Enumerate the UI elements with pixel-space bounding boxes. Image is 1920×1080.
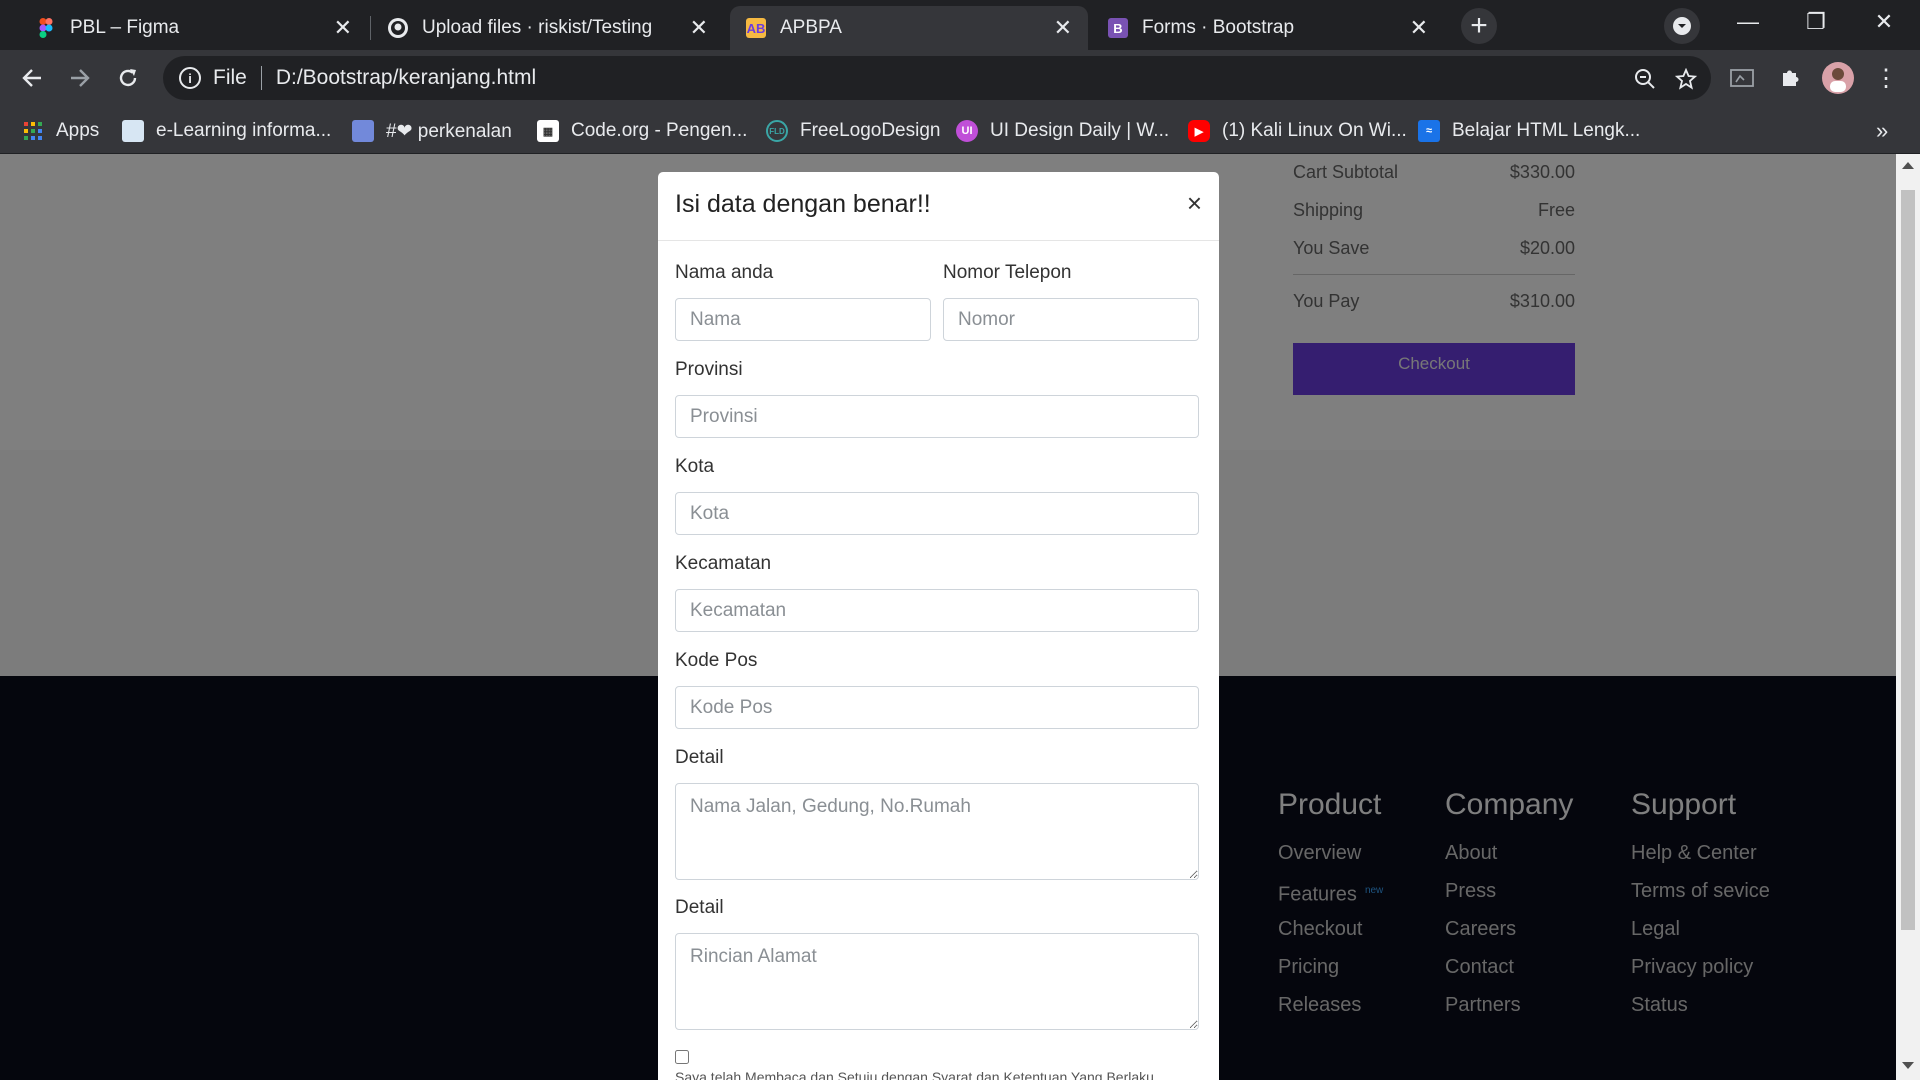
bookmark-label: FreeLogoDesign bbox=[800, 120, 941, 141]
address-bar[interactable]: i File D:/Bootstrap/keranjang.html bbox=[163, 56, 1711, 100]
freelogodesign-icon: FLD bbox=[766, 120, 788, 142]
apps-grid-icon bbox=[22, 120, 44, 142]
star-icon[interactable] bbox=[1673, 66, 1699, 92]
tab-figma[interactable]: PBL – Figma ✕ bbox=[20, 6, 368, 50]
bookmark-elearning[interactable]: e-Learning informa... bbox=[122, 118, 331, 144]
profile-avatar[interactable] bbox=[1820, 60, 1856, 96]
arrow-left-icon bbox=[22, 69, 41, 87]
new-tab-button[interactable]: + bbox=[1461, 8, 1497, 44]
tab-bootstrap[interactable]: B Forms · Bootstrap ✕ bbox=[1092, 6, 1444, 50]
bookmark-label: e-Learning informa... bbox=[156, 120, 332, 141]
tab-search-button[interactable] bbox=[1664, 8, 1700, 44]
apbpa-icon: AB bbox=[746, 18, 766, 38]
restore-button[interactable]: ❐ bbox=[1782, 0, 1850, 44]
bootstrap-icon: B bbox=[1108, 18, 1128, 38]
youtube-icon: ▶ bbox=[1188, 120, 1210, 142]
page-viewport: Cart Subtotal $330.00 Shipping Free You … bbox=[0, 154, 1896, 1080]
detail-label: Detail bbox=[675, 897, 724, 918]
detail-label: Detail bbox=[675, 747, 724, 768]
provinsi-label: Provinsi bbox=[675, 359, 743, 380]
address-modal: Isi data dengan benar!! × Nama anda Nomo… bbox=[658, 172, 1219, 1080]
kodepos-input[interactable] bbox=[675, 686, 1199, 729]
terms-label: Saya telah Membaca dan Setuju dengan Sya… bbox=[675, 1069, 1154, 1080]
forward-button[interactable] bbox=[62, 60, 98, 96]
info-icon[interactable]: i bbox=[179, 67, 201, 89]
modal-title: Isi data dengan benar!! bbox=[675, 190, 931, 218]
telepon-input[interactable] bbox=[943, 298, 1199, 341]
bookmark-label: UI Design Daily | W... bbox=[990, 120, 1170, 141]
bookmark-label: Apps bbox=[56, 120, 100, 141]
uidesigndaily-icon: UI bbox=[956, 120, 978, 142]
menu-kebab-icon[interactable]: ⋮ bbox=[1868, 60, 1904, 96]
tab-close-icon[interactable]: ✕ bbox=[334, 17, 352, 39]
divider bbox=[260, 66, 262, 90]
arrow-right-icon bbox=[71, 69, 90, 87]
bookmark-label: Belajar HTML Lengk... bbox=[1452, 120, 1641, 141]
tab-close-icon[interactable]: ✕ bbox=[1410, 17, 1428, 39]
telepon-label: Nomor Telepon bbox=[943, 262, 1072, 283]
kodepos-label: Kode Pos bbox=[675, 650, 758, 671]
reload-button[interactable] bbox=[110, 60, 146, 96]
terms-checkbox[interactable] bbox=[675, 1050, 689, 1064]
bookmark-uidesigndaily[interactable]: UI UI Design Daily | W... bbox=[956, 118, 1169, 144]
tab-title: PBL – Figma bbox=[70, 17, 180, 38]
tab-close-icon[interactable]: ✕ bbox=[1054, 17, 1072, 39]
page-scrollbar[interactable] bbox=[1896, 154, 1920, 1080]
tab-apbpa[interactable]: AB APBPA ✕ bbox=[730, 6, 1088, 50]
bookmarks-overflow-icon[interactable]: » bbox=[1876, 118, 1888, 144]
extension-media-icon[interactable] bbox=[1724, 60, 1760, 96]
nama-input[interactable] bbox=[675, 298, 931, 341]
zoom-icon[interactable] bbox=[1632, 66, 1658, 92]
elearning-icon bbox=[122, 120, 144, 142]
tab-close-icon[interactable]: ✕ bbox=[690, 17, 708, 39]
minimize-button[interactable]: — bbox=[1714, 0, 1782, 44]
tab-github[interactable]: Upload files · riskist/Testing ✕ bbox=[372, 6, 724, 50]
tab-strip: PBL – Figma ✕ Upload files · riskist/Tes… bbox=[0, 0, 1920, 50]
bookmark-perkenalan[interactable]: #❤ perkenalan bbox=[352, 118, 512, 144]
discord-icon bbox=[352, 120, 374, 142]
bookmark-label: #❤ perkenalan bbox=[386, 120, 512, 142]
github-icon bbox=[388, 18, 408, 38]
close-window-button[interactable]: ✕ bbox=[1850, 0, 1918, 44]
figma-icon bbox=[36, 18, 56, 38]
tab-title: Forms · Bootstrap bbox=[1142, 17, 1295, 38]
scrollbar-thumb[interactable] bbox=[1901, 190, 1915, 930]
url-scheme: File bbox=[213, 66, 247, 89]
scroll-down-icon[interactable] bbox=[1902, 1062, 1914, 1069]
tab-separator bbox=[370, 16, 371, 40]
kecamatan-input[interactable] bbox=[675, 589, 1199, 632]
belajarhtml-icon: ≈ bbox=[1418, 120, 1440, 142]
scroll-up-icon[interactable] bbox=[1902, 162, 1914, 169]
bookmarks-bar: Apps e-Learning informa... #❤ perkenalan… bbox=[0, 106, 1920, 154]
modal-header: Isi data dengan benar!! × bbox=[658, 172, 1219, 241]
tab-title: APBPA bbox=[780, 17, 842, 38]
extensions-puzzle-icon[interactable] bbox=[1772, 60, 1808, 96]
bookmark-label: (1) Kali Linux On Wi... bbox=[1222, 120, 1407, 141]
bookmark-apps[interactable]: Apps bbox=[22, 118, 99, 144]
browser-toolbar: i File D:/Bootstrap/keranjang.html ⋮ bbox=[0, 50, 1920, 106]
chevron-down-icon bbox=[1673, 17, 1691, 35]
kota-input[interactable] bbox=[675, 492, 1199, 535]
provinsi-input[interactable] bbox=[675, 395, 1199, 438]
bookmark-label: Code.org - Pengen... bbox=[571, 120, 748, 141]
kecamatan-label: Kecamatan bbox=[675, 553, 772, 574]
tab-title: Upload files · riskist/Testing bbox=[422, 17, 653, 38]
kota-label: Kota bbox=[675, 456, 715, 477]
bookmark-codeorg[interactable]: ▦ Code.org - Pengen... bbox=[537, 118, 747, 144]
bookmark-freelogodesign[interactable]: FLD FreeLogoDesign bbox=[766, 118, 940, 144]
detail-notes-textarea[interactable] bbox=[675, 933, 1199, 1030]
nama-label: Nama anda bbox=[675, 262, 774, 283]
detail-address-textarea[interactable] bbox=[675, 783, 1199, 880]
url-text: D:/Bootstrap/keranjang.html bbox=[275, 66, 537, 89]
bookmark-belajarhtml[interactable]: ≈ Belajar HTML Lengk... bbox=[1418, 118, 1640, 144]
close-icon[interactable]: × bbox=[1187, 188, 1202, 219]
reload-icon bbox=[119, 69, 137, 87]
bookmark-kalilinux[interactable]: ▶ (1) Kali Linux On Wi... bbox=[1188, 118, 1407, 144]
codeorg-icon: ▦ bbox=[537, 120, 559, 142]
back-button[interactable] bbox=[14, 60, 50, 96]
